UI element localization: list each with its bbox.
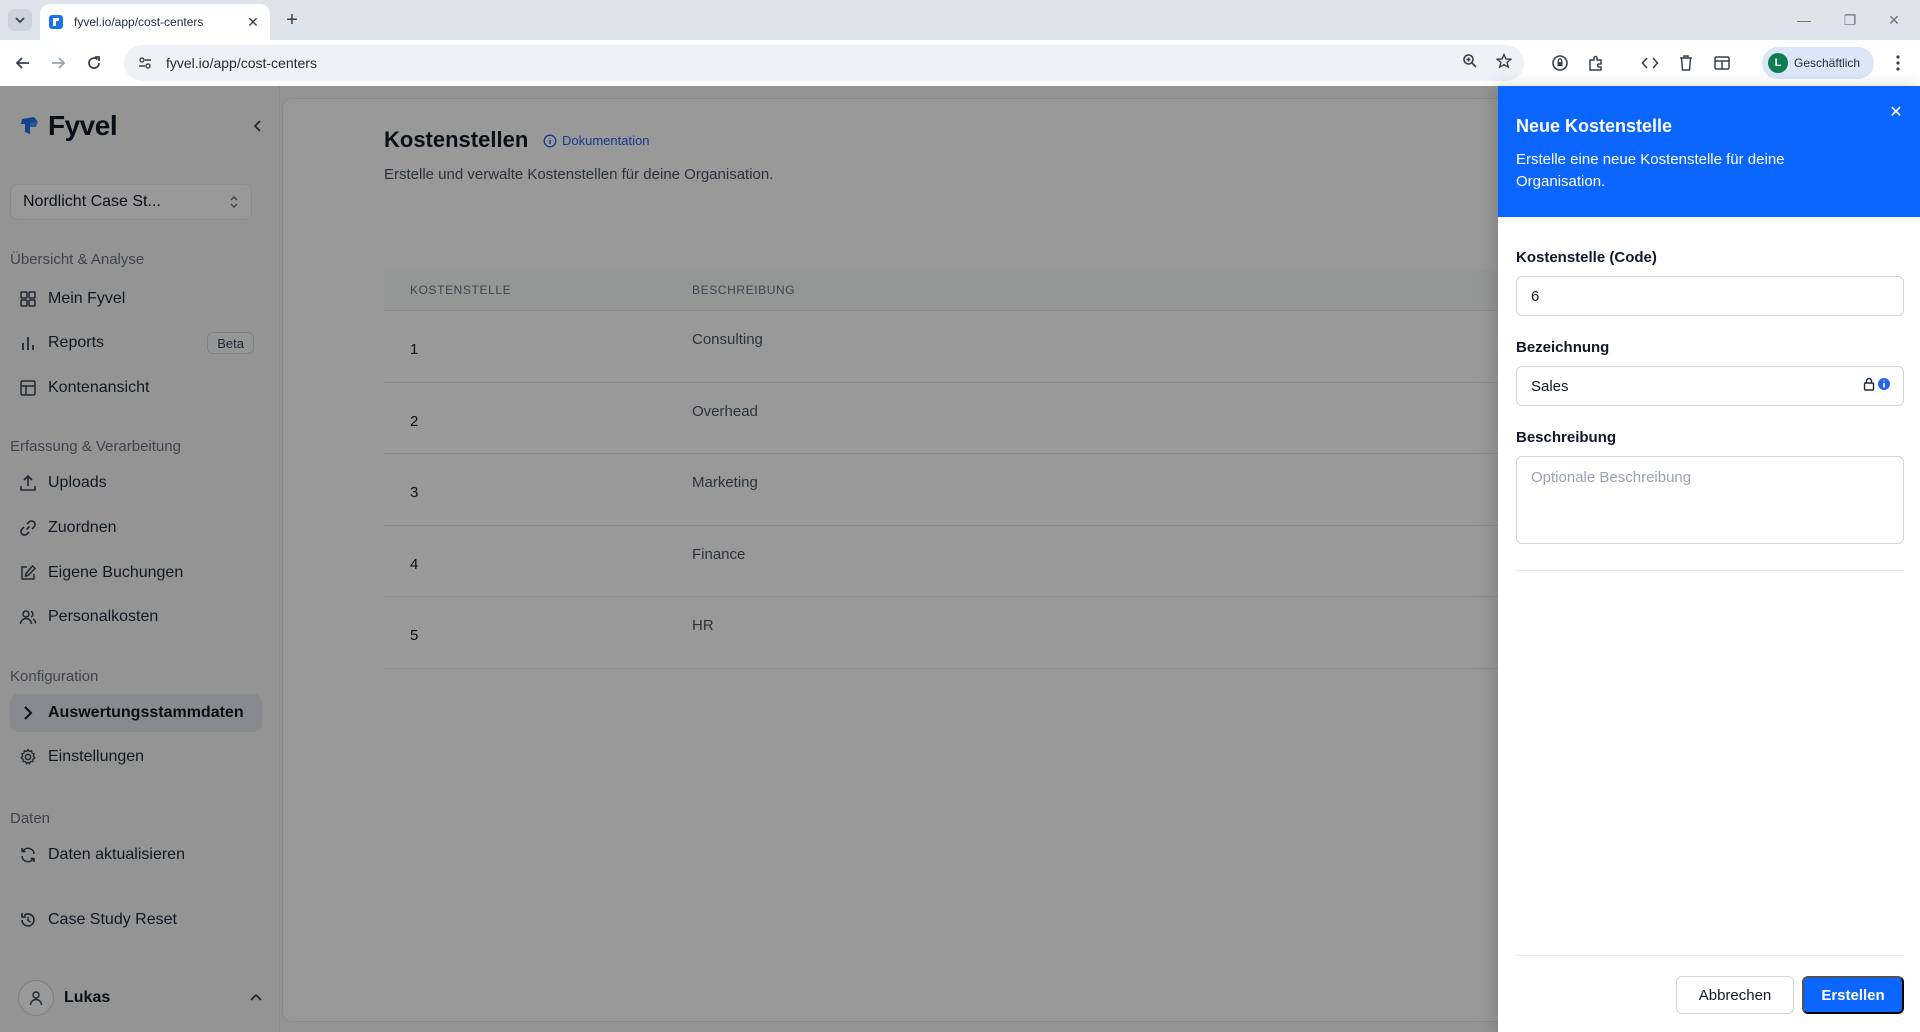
reload-icon [88,56,100,69]
code-field-label: Kostenstelle (Code) [1516,249,1657,266]
code-field[interactable]: 6 [1516,276,1904,316]
profile-avatar: L [1768,53,1788,73]
forward-button[interactable] [44,49,72,77]
name-field[interactable]: Sales [1516,366,1904,406]
arrow-right-icon [52,57,66,69]
drawer-header: Neue Kostenstelle Erstelle eine neue Kos… [1498,86,1920,217]
close-window-button[interactable]: ✕ [1872,6,1916,34]
close-icon[interactable]: ✕ [1886,102,1906,122]
site-settings-icon[interactable] [136,54,154,72]
bookmark-star-icon[interactable] [1495,52,1513,74]
profile-name: Geschäftlich [1794,56,1861,70]
back-button[interactable] [9,49,37,77]
code-field-value: 6 [1531,287,1540,305]
name-field-value: Sales [1531,377,1569,395]
extensions-puzzle-icon[interactable] [1584,51,1608,75]
profile-button[interactable]: L Geschäftlich [1762,47,1874,79]
new-tab-button[interactable]: + [280,8,304,32]
arrow-left-icon [15,57,29,69]
tab-list-button[interactable] [8,9,32,31]
reload-button[interactable] [80,49,108,77]
drawer-description: Erstelle eine neue Kostenstelle für dein… [1516,151,1785,190]
password-manager-field-icon[interactable] [1863,377,1891,391]
tab-title: fyvel.io/app/cost-centers [74,15,204,29]
browser-toolbar: fyvel.io/app/cost-centers L Geschäftlich [0,40,1920,86]
browser-tabbar: fyvel.io/app/cost-centers ✕ + — ❐ ✕ [0,0,1920,40]
divider [1516,570,1904,571]
new-cost-center-drawer: Neue Kostenstelle Erstelle eine neue Kos… [1498,86,1920,1032]
devtools-code-icon[interactable] [1638,51,1662,75]
restore-button[interactable]: ❐ [1828,6,1872,34]
create-button[interactable]: Erstellen [1802,976,1904,1014]
minimize-button[interactable]: — [1782,6,1826,34]
name-field-label: Bezeichnung [1516,339,1610,356]
browser-tab[interactable]: fyvel.io/app/cost-centers ✕ [40,4,270,40]
tab-close-icon[interactable]: ✕ [244,13,262,31]
browser-menu-icon[interactable] [1886,51,1910,75]
drawer-title: Neue Kostenstelle [1516,116,1673,136]
description-field-placeholder: Optionale Beschreibung [1531,469,1692,486]
description-field-label: Beschreibung [1516,429,1617,446]
password-manager-extension-icon[interactable] [1548,51,1572,75]
fyvel-favicon-icon [49,15,63,29]
description-field[interactable]: Optionale Beschreibung [1516,456,1904,544]
zoom-icon[interactable] [1462,53,1478,74]
trash-icon[interactable] [1674,51,1698,75]
chevron-down-icon [15,17,25,24]
address-bar[interactable]: fyvel.io/app/cost-centers [124,45,1524,81]
side-panel-icon[interactable] [1710,51,1734,75]
cancel-button[interactable]: Abbrechen [1676,976,1794,1014]
divider [1516,955,1904,956]
url-text: fyvel.io/app/cost-centers [166,55,317,71]
